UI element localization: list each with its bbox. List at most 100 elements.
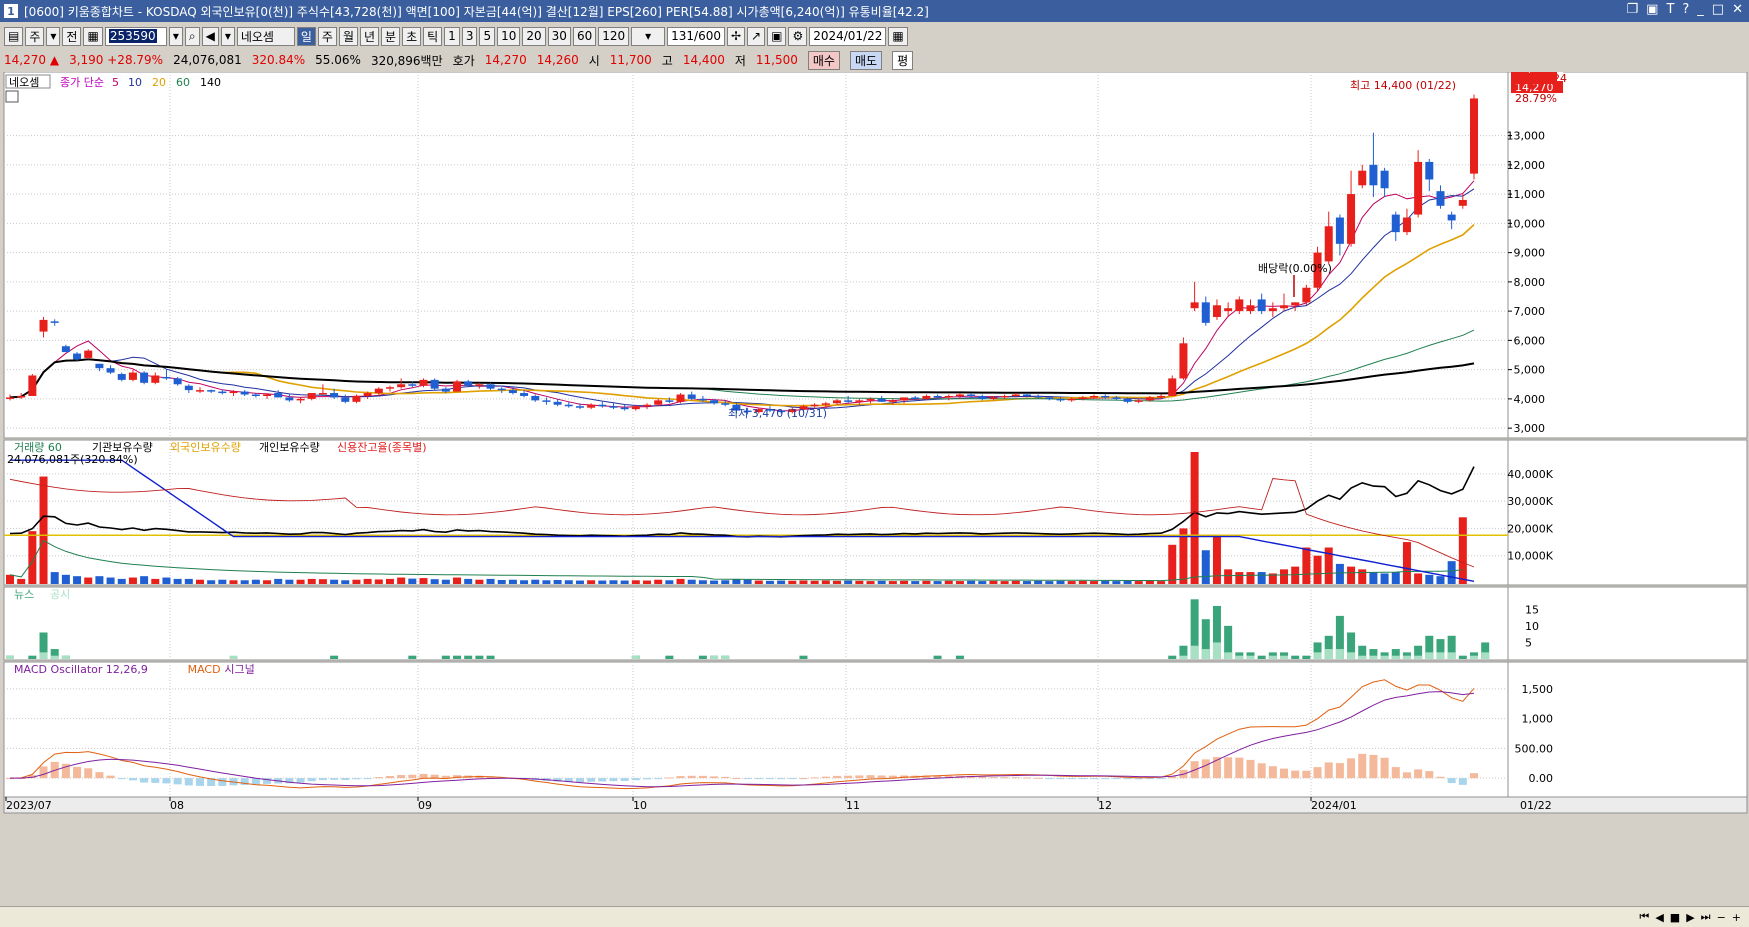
code-dropdown-icon[interactable]: ▾ — [168, 26, 183, 46]
candle-body — [844, 400, 853, 402]
macd-osc-bar — [1224, 757, 1233, 779]
help-icon[interactable]: ? — [1682, 2, 1689, 17]
horizontal-scrollbar[interactable]: ⏮ ◀ ■ ▶ ⏭ − + — [0, 906, 1749, 927]
period-year[interactable]: 년 — [359, 26, 380, 46]
period-second[interactable]: 초 — [402, 26, 422, 46]
news-bar — [1257, 655, 1266, 659]
candle-body — [598, 404, 607, 407]
interval-30[interactable]: 30 — [547, 26, 571, 46]
count-input[interactable]: 131/600 — [667, 26, 725, 46]
volume-bar — [710, 580, 719, 584]
candle-body — [117, 374, 126, 380]
period-week[interactable]: 주 — [317, 26, 337, 46]
candle-body — [251, 394, 260, 397]
high-price: 14,400 — [682, 53, 725, 67]
interval-120[interactable]: 120 — [598, 26, 630, 46]
scroll-stop-icon[interactable]: ■ — [1670, 911, 1680, 924]
scroll-last-icon[interactable]: ⏭ — [1701, 910, 1711, 924]
interval-10[interactable]: 10 — [497, 26, 521, 46]
macd-osc-bar — [173, 778, 182, 785]
date-input[interactable]: 2024/01/22 — [809, 26, 887, 46]
interval-3[interactable]: 3 — [461, 26, 478, 46]
scroll-next-icon[interactable]: ▶ — [1686, 911, 1694, 924]
market-dropdown-icon[interactable]: ▾ — [46, 26, 61, 46]
candle-body — [318, 393, 327, 395]
macd-osc-bar — [128, 778, 137, 781]
macd-osc-bar — [363, 778, 372, 780]
period-day[interactable]: 일 — [296, 26, 316, 46]
eval-button[interactable]: 평 — [892, 50, 914, 70]
news-bar — [698, 655, 707, 659]
candle-body — [1145, 397, 1154, 401]
candle-body — [1414, 161, 1423, 215]
panel-news — [3, 586, 1509, 661]
crosshair-icon[interactable]: ✢ — [726, 26, 746, 46]
grid-icon[interactable]: ▦ — [83, 26, 103, 46]
buy-button[interactable]: 매수 — [807, 50, 840, 70]
stock-chart[interactable]: 2023/07 08 09 10 11 12 2024/01 01/22 3,000 4,000 5… — [0, 62, 1749, 906]
speaker-dropdown-icon[interactable]: ▾ — [220, 26, 235, 46]
news-tick-label: 10 — [1525, 620, 1539, 633]
volume-bar — [1022, 581, 1031, 584]
volume-bar — [665, 580, 674, 584]
macd-osc-bar — [1246, 759, 1255, 779]
vol-legend-3: 개인보유수량 — [259, 441, 320, 454]
candle-body — [676, 394, 685, 402]
period-tick[interactable]: 틱 — [423, 26, 443, 46]
zoom-out-icon[interactable]: − — [1717, 911, 1726, 924]
volume-bar — [285, 579, 294, 584]
text-icon[interactable]: T — [1666, 2, 1674, 17]
macd-osc-bar — [855, 775, 864, 779]
interval-60[interactable]: 60 — [572, 26, 597, 46]
x-tick-label: 09 — [418, 799, 432, 812]
candle-body — [531, 395, 540, 401]
scroll-prev-icon[interactable]: ◀ — [1655, 911, 1663, 924]
save-icon[interactable]: ▣ — [767, 26, 787, 46]
zoom-in-icon[interactable]: + — [1732, 911, 1741, 924]
interval-1[interactable]: 1 — [444, 26, 460, 46]
period-minute[interactable]: 분 — [381, 26, 401, 46]
macd-legend-1: MACD — [188, 663, 221, 676]
sell-button[interactable]: 매도 — [849, 50, 883, 70]
restore-icon[interactable]: ❐ — [1626, 2, 1638, 17]
news-bar — [28, 655, 37, 659]
macd-osc-bar — [732, 777, 741, 779]
price-tick-label: 13,000 — [1507, 130, 1546, 143]
volume-bar — [777, 580, 786, 584]
macd-osc-bar — [665, 777, 674, 779]
interval-custom-select[interactable]: ▾ — [631, 26, 666, 46]
minimize-icon[interactable]: _ — [1697, 2, 1704, 17]
period-month[interactable]: 월 — [338, 26, 358, 46]
vol-legend-4: 신용잔고율(종목별) — [337, 441, 427, 454]
macd-osc-bar — [296, 778, 305, 783]
x-tick-label: 08 — [170, 799, 184, 812]
stock-code-input[interactable]: 253590 — [104, 26, 167, 46]
candle-body — [1112, 397, 1121, 399]
close-icon[interactable]: ✕ — [1732, 2, 1743, 17]
stock-name-field[interactable]: 네오셈 — [236, 26, 295, 46]
market-select[interactable]: 주 — [25, 26, 45, 46]
zoom-icon[interactable]: ↗ — [747, 26, 766, 46]
prev-button[interactable]: 전 — [62, 26, 82, 46]
scroll-first-icon[interactable]: ⏮ — [1639, 910, 1649, 924]
candle-body — [162, 376, 171, 379]
candle-body — [698, 398, 707, 401]
chart-menu-icon[interactable]: ▤ — [4, 26, 24, 46]
speaker-icon[interactable]: ◀ — [201, 26, 219, 46]
interval-20[interactable]: 20 — [522, 26, 546, 46]
calendar-icon[interactable]: ▦ — [888, 26, 908, 46]
maximize-icon[interactable]: □ — [1712, 2, 1724, 17]
candle-body — [61, 346, 70, 353]
candle-body — [654, 400, 663, 405]
tile-icon[interactable]: ▣ — [1646, 2, 1658, 17]
news-tick-label: 5 — [1525, 636, 1532, 649]
volume-bar — [497, 579, 506, 584]
search-icon[interactable]: ⌕ — [184, 26, 200, 46]
interval-5[interactable]: 5 — [479, 26, 496, 46]
candle-body — [643, 404, 652, 407]
chart-area[interactable]: 2023/07 08 09 10 11 12 2024/01 01/22 3,000 4,000 5… — [0, 62, 1749, 912]
macd-osc-bar — [140, 778, 149, 783]
gear-icon[interactable]: ⚙ — [788, 26, 808, 46]
disclosure-bar — [1324, 649, 1333, 659]
macd-osc-bar — [575, 778, 584, 783]
